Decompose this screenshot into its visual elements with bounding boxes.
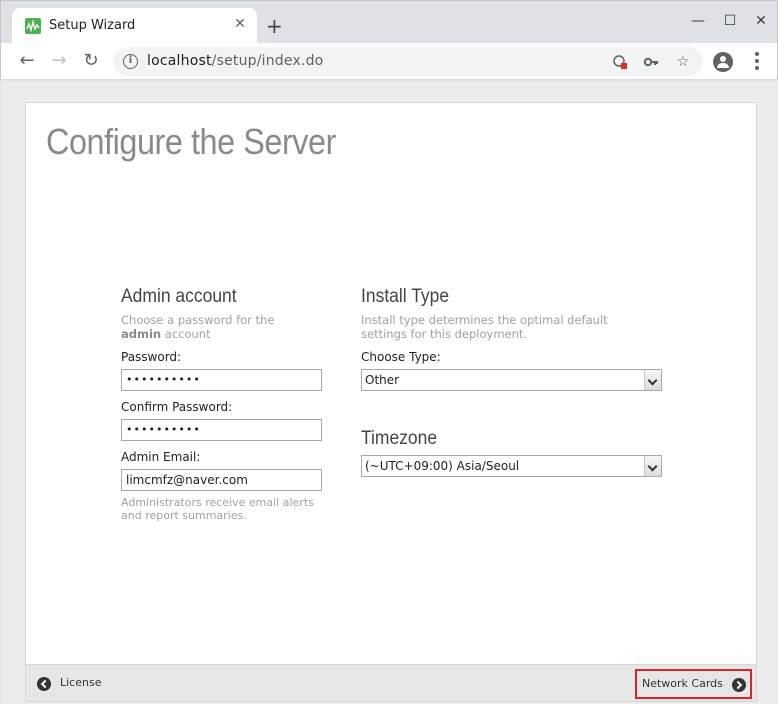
wizard-footer: License Network Cards (26, 664, 756, 701)
previous-arrow-icon[interactable] (37, 677, 51, 691)
browser-titlebar: Setup Wizard ✕ + — ☐ ✕ (0, 0, 778, 44)
address-bar[interactable]: i localhost/setup/index.do ☆ (113, 47, 703, 76)
confirm-password-field[interactable]: •••••••••• (121, 419, 322, 441)
admin-account-hint: Choose a password for the admin account (121, 313, 275, 341)
admin-email-label: Admin Email: (121, 450, 201, 464)
install-type-hint: Install type determines the optimal defa… (361, 313, 608, 341)
password-field[interactable]: •••••••••• (121, 369, 322, 391)
forward-button[interactable]: → (49, 51, 69, 71)
next-step-button[interactable]: Network Cards (635, 669, 752, 699)
tab-close-icon[interactable]: ✕ (232, 16, 248, 32)
timezone-select[interactable]: (~UTC+09:00) Asia/Seoul (361, 455, 662, 477)
url-text[interactable]: localhost/setup/index.do (147, 53, 323, 69)
page-title: Configure the Server (46, 121, 336, 162)
browser-tab[interactable]: Setup Wizard ✕ (12, 8, 257, 44)
admin-email-field[interactable]: limcmfz@naver.com (121, 469, 322, 491)
profile-icon[interactable] (713, 52, 733, 72)
previous-step-link[interactable]: License (60, 676, 101, 689)
timezone-heading: Timezone (361, 428, 438, 449)
page-viewport: Configure the Server Admin account Choos… (1, 81, 777, 704)
back-button[interactable]: ← (17, 51, 37, 71)
next-arrow-icon (732, 678, 746, 692)
new-tab-button[interactable]: + (266, 16, 283, 36)
site-favicon-icon (25, 18, 41, 34)
chevron-down-icon[interactable] (644, 456, 661, 476)
next-step-label: Network Cards (642, 677, 723, 690)
minimize-button[interactable]: — (690, 13, 706, 29)
install-type-value: Other (365, 373, 400, 387)
maximize-button[interactable]: ☐ (722, 13, 738, 29)
password-label: Password: (121, 350, 182, 364)
install-type-select[interactable]: Other (361, 369, 662, 391)
browser-toolbar: ← → ↻ i localhost/setup/index.do ☆ (0, 43, 778, 80)
admin-account-heading: Admin account (121, 286, 237, 307)
info-icon[interactable]: i (123, 54, 138, 69)
install-type-heading: Install Type (361, 286, 450, 307)
key-icon[interactable] (643, 54, 659, 70)
blocked-content-icon[interactable] (612, 54, 628, 70)
confirm-password-label: Confirm Password: (121, 400, 233, 414)
tab-title: Setup Wizard (49, 18, 136, 33)
close-window-button[interactable]: ✕ (753, 13, 769, 29)
choose-type-label: Choose Type: (361, 350, 441, 364)
setup-panel: Configure the Server Admin account Choos… (25, 102, 757, 702)
reload-button[interactable]: ↻ (81, 51, 101, 71)
star-icon[interactable]: ☆ (675, 54, 691, 70)
menu-icon[interactable] (754, 52, 760, 70)
chevron-down-icon[interactable] (644, 370, 661, 390)
admin-email-hint: Administrators receive email alerts and … (121, 496, 314, 522)
timezone-value: (~UTC+09:00) Asia/Seoul (365, 459, 520, 473)
